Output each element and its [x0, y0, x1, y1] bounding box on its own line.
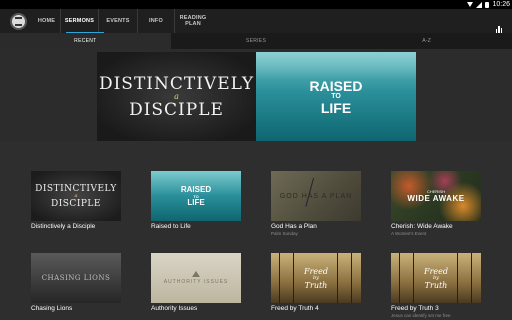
- thumb-art-line: Truth: [424, 280, 448, 290]
- subtab-series[interactable]: SERIES: [171, 33, 342, 49]
- sermon-card[interactable]: AUTHORITY ISSUES Authority Issues: [151, 253, 241, 313]
- sermon-subtitle: Palm Sunday: [271, 231, 298, 236]
- stats-icon[interactable]: [495, 26, 502, 33]
- subtab-recent[interactable]: RECENT: [0, 33, 171, 49]
- thumb-art-line: CHASING LIONS: [41, 274, 111, 282]
- featured-art-line: RAISED: [309, 77, 363, 94]
- tree-trunk: [471, 253, 472, 303]
- featured-art-line: LIFE: [320, 99, 352, 116]
- thumb-art-line: RAISED: [180, 184, 212, 194]
- crown-icon: [192, 271, 200, 277]
- featured-distinctively-a-disciple[interactable]: DISTINCTIVELY a DISCIPLE: [97, 52, 256, 141]
- sermon-thumbnail[interactable]: AUTHORITY ISSUES: [151, 253, 241, 303]
- sermon-subtitle: Jesus can identify set me free: [391, 313, 451, 318]
- sermon-card[interactable]: GOD HAS A PLAN God Has a Plan Palm Sunda…: [271, 171, 361, 236]
- sermon-title: Chasing Lions: [31, 305, 73, 312]
- sermon-card[interactable]: Freed by Truth Freed by Truth 3 Jesus ca…: [391, 253, 481, 318]
- featured-art-line: DISTINCTIVELY: [98, 73, 255, 94]
- sermon-card[interactable]: RAISED TO LIFE Raised to Life: [151, 171, 241, 231]
- featured-raised-to-life[interactable]: RAISED TO LIFE: [256, 52, 416, 141]
- nav-home[interactable]: HOME: [33, 9, 61, 33]
- battery-icon: [485, 1, 490, 8]
- featured-art-line: DISCIPLE: [129, 99, 224, 120]
- sub-tabs: RECENT SERIES A-Z: [0, 33, 512, 49]
- tree-trunk: [279, 253, 280, 303]
- thumb-art-line: DISCIPLE: [51, 198, 101, 209]
- sermon-title: Cherish: Wide Awake: [391, 223, 453, 230]
- sermon-card[interactable]: DISTINCTIVELY a DISCIPLE Distinctively a…: [31, 171, 121, 231]
- sermon-thumbnail[interactable]: RAISED TO LIFE: [151, 171, 241, 221]
- tree-trunk: [293, 253, 294, 303]
- main-nav: HOME SERMONS EVENTS INFO READING PLAN: [33, 9, 211, 33]
- tree-trunk: [337, 253, 338, 303]
- status-time: 10:26: [492, 1, 510, 8]
- sermon-title: Freed by Truth 4: [271, 305, 319, 312]
- sermon-thumbnail[interactable]: DISTINCTIVELY a DISCIPLE: [31, 171, 121, 221]
- tree-trunk: [457, 253, 458, 303]
- status-icons: 10:26: [467, 0, 510, 9]
- sermon-subtitle: A Women's Event: [391, 231, 427, 236]
- subtab-a-z[interactable]: A-Z: [341, 33, 512, 49]
- tree-trunk: [413, 253, 414, 303]
- sermon-thumbnail[interactable]: Freed by Truth: [391, 253, 481, 303]
- nav-events[interactable]: EVENTS: [99, 9, 138, 33]
- sermon-title: Authority Issues: [151, 305, 198, 312]
- nav-reading-plan[interactable]: READING PLAN: [175, 9, 211, 33]
- nav-sermons[interactable]: SERMONS: [61, 9, 99, 33]
- status-bar: 10:26: [0, 0, 512, 9]
- sermon-title: Distinctively a Disciple: [31, 223, 96, 230]
- thumb-art-line: WIDE AWAKE: [407, 194, 465, 203]
- app-bar: HOME SERMONS EVENTS INFO READING PLAN: [0, 9, 512, 33]
- sermon-thumbnail[interactable]: CHERISH WIDE AWAKE: [391, 171, 481, 221]
- thumb-art-line: DISTINCTIVELY: [35, 183, 117, 194]
- nav-info[interactable]: INFO: [138, 9, 175, 33]
- sermon-thumbnail[interactable]: CHASING LIONS: [31, 253, 121, 303]
- sermon-title: God Has a Plan: [271, 223, 317, 230]
- sermon-card[interactable]: CHERISH WIDE AWAKE Cherish: Wide Awake A…: [391, 171, 481, 236]
- thumb-art-line: AUTHORITY ISSUES: [163, 279, 229, 285]
- sermon-title: Freed by Truth 3: [391, 305, 439, 312]
- sermon-card[interactable]: CHASING LIONS Chasing Lions: [31, 253, 121, 313]
- thumb-art-line: Truth: [304, 280, 328, 290]
- thumb-art-line: LIFE: [187, 197, 205, 207]
- signal-icon: [476, 1, 483, 8]
- sermon-title: Raised to Life: [151, 223, 191, 230]
- church-logo-icon[interactable]: [10, 13, 27, 30]
- featured-banner: DISTINCTIVELY a DISCIPLE RAISED TO LIFE: [0, 49, 512, 141]
- tree-trunk: [399, 253, 400, 303]
- sermon-thumbnail[interactable]: Freed by Truth: [271, 253, 361, 303]
- wifi-icon: [467, 2, 474, 7]
- sermon-thumbnail[interactable]: GOD HAS A PLAN: [271, 171, 361, 221]
- sermon-card[interactable]: Freed by Truth Freed by Truth 4: [271, 253, 361, 313]
- tree-trunk: [351, 253, 352, 303]
- sermon-grid: DISTINCTIVELY a DISCIPLE Distinctively a…: [0, 141, 512, 320]
